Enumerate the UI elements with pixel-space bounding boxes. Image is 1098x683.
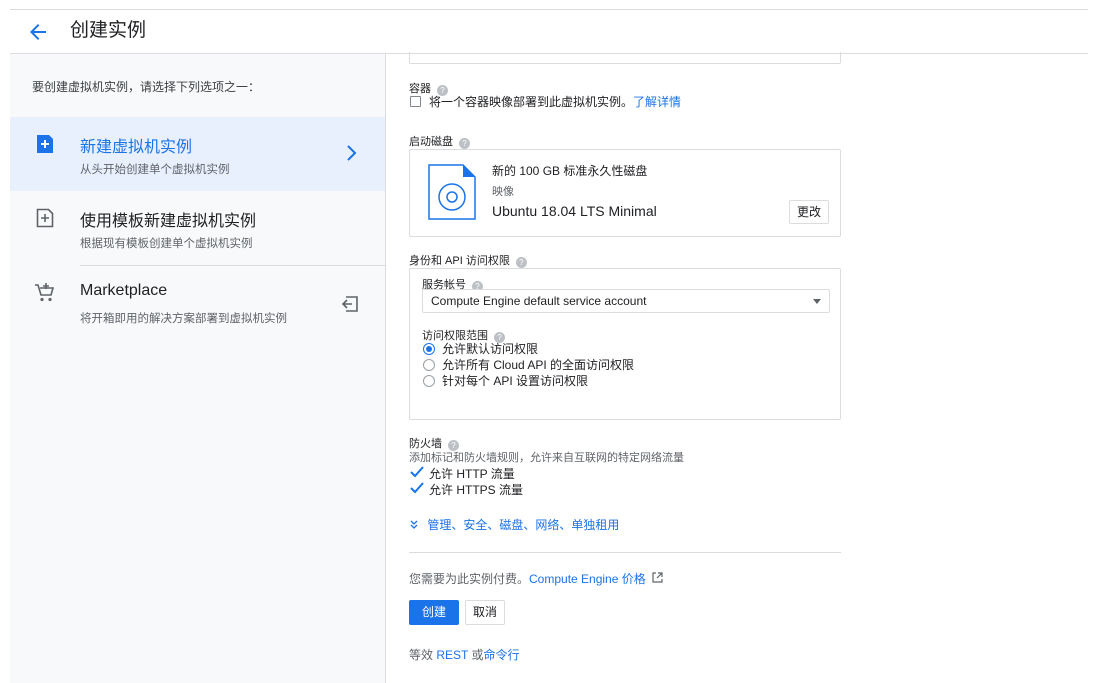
option-subtitle: 根据现有模板创建单个虚拟机实例 [80, 238, 253, 250]
change-disk-button[interactable]: 更改 [789, 200, 829, 224]
boot-disk-label: 启动磁盘? [409, 133, 470, 149]
scope-option-label: 允许所有 Cloud API 的全面访问权限 [442, 358, 635, 372]
http-checkbox[interactable] [410, 466, 424, 478]
command-line-link[interactable]: 命令行 [484, 648, 520, 662]
chevron-right-icon [347, 145, 357, 161]
scope-radio-full[interactable] [423, 359, 435, 371]
cart-icon [35, 283, 55, 302]
dropdown-caret-icon [813, 299, 821, 304]
options-intro: 要创建虚拟机实例，请选择下列选项之一： [32, 80, 261, 94]
container-checkbox[interactable] [410, 96, 421, 107]
scope-option-label: 允许默认访问权限 [442, 342, 539, 356]
http-label: 允许 HTTP 流量 [429, 467, 515, 481]
external-entry-icon [341, 296, 358, 312]
option-title: Marketplace [80, 282, 168, 299]
https-checkbox[interactable] [410, 482, 424, 494]
image-name: Ubuntu 18.04 LTS Minimal [492, 203, 657, 219]
help-icon[interactable]: ? [459, 138, 470, 149]
disk-description: 新的 100 GB 标准永久性磁盘 [492, 164, 648, 178]
option-new-vm[interactable]: 新建虚拟机实例 从头开始创建单个虚拟机实例 [10, 117, 385, 191]
advanced-options-text: 管理、安全、磁盘、网络、单独租用 [427, 518, 620, 532]
option-template-vm[interactable]: 使用模板新建虚拟机实例 根据现有模板创建单个虚拟机实例 [10, 191, 385, 265]
option-subtitle: 从头开始创建单个虚拟机实例 [80, 164, 230, 176]
equivalent-line: 等效 REST 或命令行 [409, 648, 520, 662]
learn-more-link[interactable]: 了解详情 [633, 95, 681, 109]
disk-image-icon [428, 164, 476, 220]
service-account-select[interactable]: Compute Engine default service account [422, 289, 830, 313]
page-header: 创建实例 [10, 10, 1088, 54]
identity-card: 服务帐号? Compute Engine default service acc… [409, 268, 841, 420]
previous-section-box [409, 52, 841, 64]
create-button[interactable]: 创建 [409, 600, 459, 625]
external-link-icon [652, 572, 663, 583]
option-marketplace[interactable]: Marketplace 将开箱即用的解决方案部署到虚拟机实例 [10, 266, 385, 340]
billing-note: 您需要为此实例付费。Compute Engine 价格 [409, 570, 663, 587]
option-subtitle: 将开箱即用的解决方案部署到虚拟机实例 [80, 313, 287, 325]
firewall-description: 添加标记和防火墙规则，允许来自互联网的特定网络流量 [409, 452, 684, 464]
chevron-double-down-icon [410, 520, 418, 529]
image-label: 映像 [492, 186, 514, 198]
scope-option-label: 针对每个 API 设置访问权限 [442, 374, 589, 388]
page-title: 创建实例 [70, 20, 147, 41]
pricing-link[interactable]: Compute Engine 价格 [529, 572, 646, 586]
back-arrow-icon[interactable] [26, 20, 50, 44]
scope-radio-default[interactable] [423, 343, 435, 355]
identity-label: 身份和 API 访问权限? [409, 252, 527, 268]
help-icon[interactable]: ? [515, 257, 527, 268]
rest-link[interactable]: REST [436, 648, 468, 662]
scope-radio-per-api[interactable] [423, 375, 435, 387]
option-title: 使用模板新建虚拟机实例 [80, 213, 257, 230]
container-checkbox-label: 将一个容器映像部署到此虚拟机实例。了解详情 [429, 95, 682, 109]
template-add-icon [36, 208, 54, 228]
option-title: 新建虚拟机实例 [80, 139, 193, 156]
creation-options-panel: 要创建虚拟机实例，请选择下列选项之一： 新建虚拟机实例 从头开始创建单个虚拟机实… [10, 54, 386, 683]
boot-disk-card: 新的 100 GB 标准永久性磁盘 映像 Ubuntu 18.04 LTS Mi… [409, 149, 841, 237]
form-divider [409, 552, 841, 553]
cancel-button[interactable]: 取消 [465, 600, 505, 625]
advanced-options-link[interactable]: 管理、安全、磁盘、网络、单独租用 [409, 516, 619, 533]
add-box-icon [37, 135, 53, 153]
https-label: 允许 HTTPS 流量 [429, 483, 524, 497]
